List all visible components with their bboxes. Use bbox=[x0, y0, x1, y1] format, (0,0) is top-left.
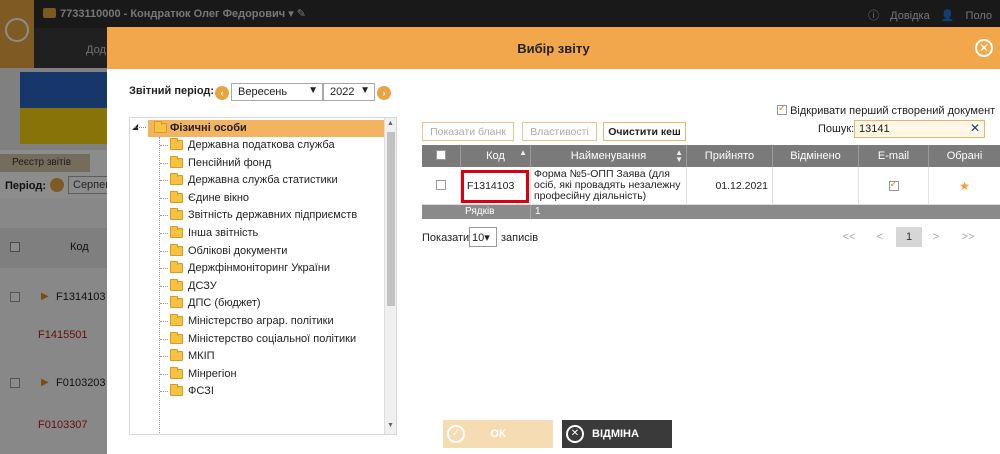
tree-item[interactable]: Звітність державних підприємств bbox=[160, 207, 380, 224]
tree-item[interactable]: Держфінмоніторинг України bbox=[160, 260, 380, 277]
open-first-doc-option[interactable]: Відкривати перший створений документ bbox=[777, 103, 995, 117]
row-cancelled bbox=[773, 167, 859, 205]
row-checkbox[interactable] bbox=[436, 180, 446, 190]
next-period-icon[interactable]: › bbox=[377, 86, 391, 100]
tree-item[interactable]: Міністерство соціальної політики bbox=[160, 331, 380, 348]
sort-icon: ▲ ▼ bbox=[675, 148, 683, 164]
folder-icon bbox=[170, 296, 183, 309]
page-size-select[interactable]: 10▾ bbox=[469, 227, 497, 247]
row-name: Форма №5-ОПП Заява (для осіб, які провад… bbox=[531, 167, 687, 205]
folder-icon bbox=[170, 314, 183, 326]
scrollbar-thumb[interactable] bbox=[387, 132, 395, 306]
highlight-box bbox=[461, 170, 529, 203]
scroll-down-icon[interactable]: ▼ bbox=[387, 422, 394, 429]
year-select[interactable]: 2022 ▼ bbox=[323, 83, 375, 101]
col-accepted[interactable]: Прийнято bbox=[687, 145, 773, 167]
tree-item[interactable]: ДСЗУ bbox=[160, 278, 380, 295]
prev-period-icon[interactable]: ‹ bbox=[215, 86, 229, 100]
row-check-cell bbox=[422, 167, 461, 205]
folder-icon bbox=[170, 208, 183, 221]
scroll-up-icon[interactable]: ▲ bbox=[387, 120, 394, 127]
show-form-button[interactable]: Показати бланк bbox=[422, 122, 514, 141]
close-icon: ✕ bbox=[566, 425, 584, 443]
search-label: Пошук: bbox=[818, 123, 855, 135]
folder-icon bbox=[170, 190, 183, 203]
tree-scrollbar[interactable]: ▲ ▼ bbox=[384, 118, 396, 434]
dialog-header: Вибір звіту ✕ bbox=[107, 27, 1000, 69]
dialog-title: Вибір звіту bbox=[517, 41, 590, 56]
tree-item[interactable]: Облікові документи bbox=[160, 243, 380, 260]
tree-item[interactable]: Пенсійний фонд bbox=[160, 155, 380, 172]
grid-header: Код ▲ Найменування ▲ ▼ Прийнято Відмінено E… bbox=[422, 145, 1000, 167]
row-count-label: Рядків bbox=[461, 205, 531, 219]
first-page-button[interactable]: << bbox=[836, 227, 862, 247]
folder-icon bbox=[170, 278, 183, 291]
records-label: записів bbox=[501, 232, 539, 244]
search-input[interactable] bbox=[854, 120, 985, 138]
close-icon[interactable]: ✕ bbox=[975, 39, 993, 57]
row-favorite-cell: ★ bbox=[929, 167, 1000, 205]
clear-cache-button[interactable]: Очистити кеш bbox=[603, 122, 686, 141]
col-email[interactable]: E-mail bbox=[859, 145, 929, 167]
report-tree: ◢ Фізичні особи Державна податкова служб… bbox=[129, 117, 397, 435]
page-size-label: Показати bbox=[422, 232, 470, 244]
tree-item[interactable]: Державна служба статистики bbox=[160, 172, 380, 189]
cancel-button[interactable]: ✕ ВІДМІНА bbox=[562, 420, 672, 448]
folder-icon bbox=[170, 173, 183, 186]
row-email-cell bbox=[859, 167, 929, 205]
tree-item[interactable]: Міністерство аграр. політики bbox=[160, 313, 380, 330]
folder-icon bbox=[170, 384, 183, 397]
open-first-doc-checkbox[interactable] bbox=[777, 103, 787, 115]
folder-icon bbox=[170, 366, 183, 379]
select-all-cell bbox=[422, 145, 461, 167]
tree-item[interactable]: Інша звітність bbox=[160, 225, 380, 242]
col-code[interactable]: Код ▲ bbox=[461, 145, 531, 167]
grid-footer: Рядків 1 bbox=[422, 205, 1000, 219]
period-label: Звітний період: bbox=[129, 85, 215, 97]
folder-icon bbox=[170, 331, 183, 344]
folder-open-icon bbox=[154, 121, 167, 133]
email-checkbox[interactable] bbox=[888, 179, 899, 191]
tree-item[interactable]: Мінрегіон bbox=[160, 366, 380, 383]
tree-item[interactable]: Державна податкова служба bbox=[160, 137, 380, 154]
select-all-checkbox[interactable] bbox=[436, 150, 446, 160]
folder-icon bbox=[170, 155, 183, 168]
tree-root-individuals[interactable]: Фізичні особи bbox=[148, 120, 384, 137]
report-select-dialog: Вибір звіту ✕ Звітний період: ‹ Вересень… bbox=[107, 27, 1000, 454]
current-page-button[interactable]: 1 bbox=[896, 227, 922, 247]
row-count-value: 1 bbox=[535, 206, 541, 217]
sort-asc-icon: ▲ bbox=[519, 148, 527, 157]
ok-button[interactable]: ✓ ОК bbox=[443, 420, 553, 448]
next-page-button[interactable]: > bbox=[923, 227, 949, 247]
tree-item[interactable]: ДПС (бюджет) bbox=[160, 295, 380, 312]
clear-search-icon[interactable]: ✕ bbox=[970, 121, 980, 135]
folder-icon bbox=[170, 226, 183, 238]
folder-icon bbox=[170, 138, 183, 150]
tree-item[interactable]: ФСЗІ bbox=[160, 383, 380, 400]
tree-item[interactable]: МКІП bbox=[160, 348, 380, 365]
col-name[interactable]: Найменування ▲ ▼ bbox=[531, 145, 687, 167]
month-select[interactable]: Вересень ▼ bbox=[231, 83, 323, 101]
tree-item[interactable]: Єдине вікно bbox=[160, 190, 380, 207]
star-icon[interactable]: ★ bbox=[959, 179, 970, 193]
prev-page-button[interactable]: < bbox=[867, 227, 893, 247]
row-accepted: 01.12.2021 bbox=[687, 167, 773, 205]
last-page-button[interactable]: >> bbox=[955, 227, 981, 247]
col-cancelled[interactable]: Відмінено bbox=[773, 145, 859, 167]
properties-button[interactable]: Властивості bbox=[522, 122, 597, 141]
folder-icon bbox=[170, 243, 183, 256]
folder-icon bbox=[170, 349, 183, 362]
folder-icon bbox=[170, 261, 183, 274]
col-favorites[interactable]: Обрані bbox=[929, 145, 1000, 167]
table-row[interactable]: F1314103 Форма №5-ОПП Заява (для осіб, я… bbox=[422, 167, 1000, 205]
